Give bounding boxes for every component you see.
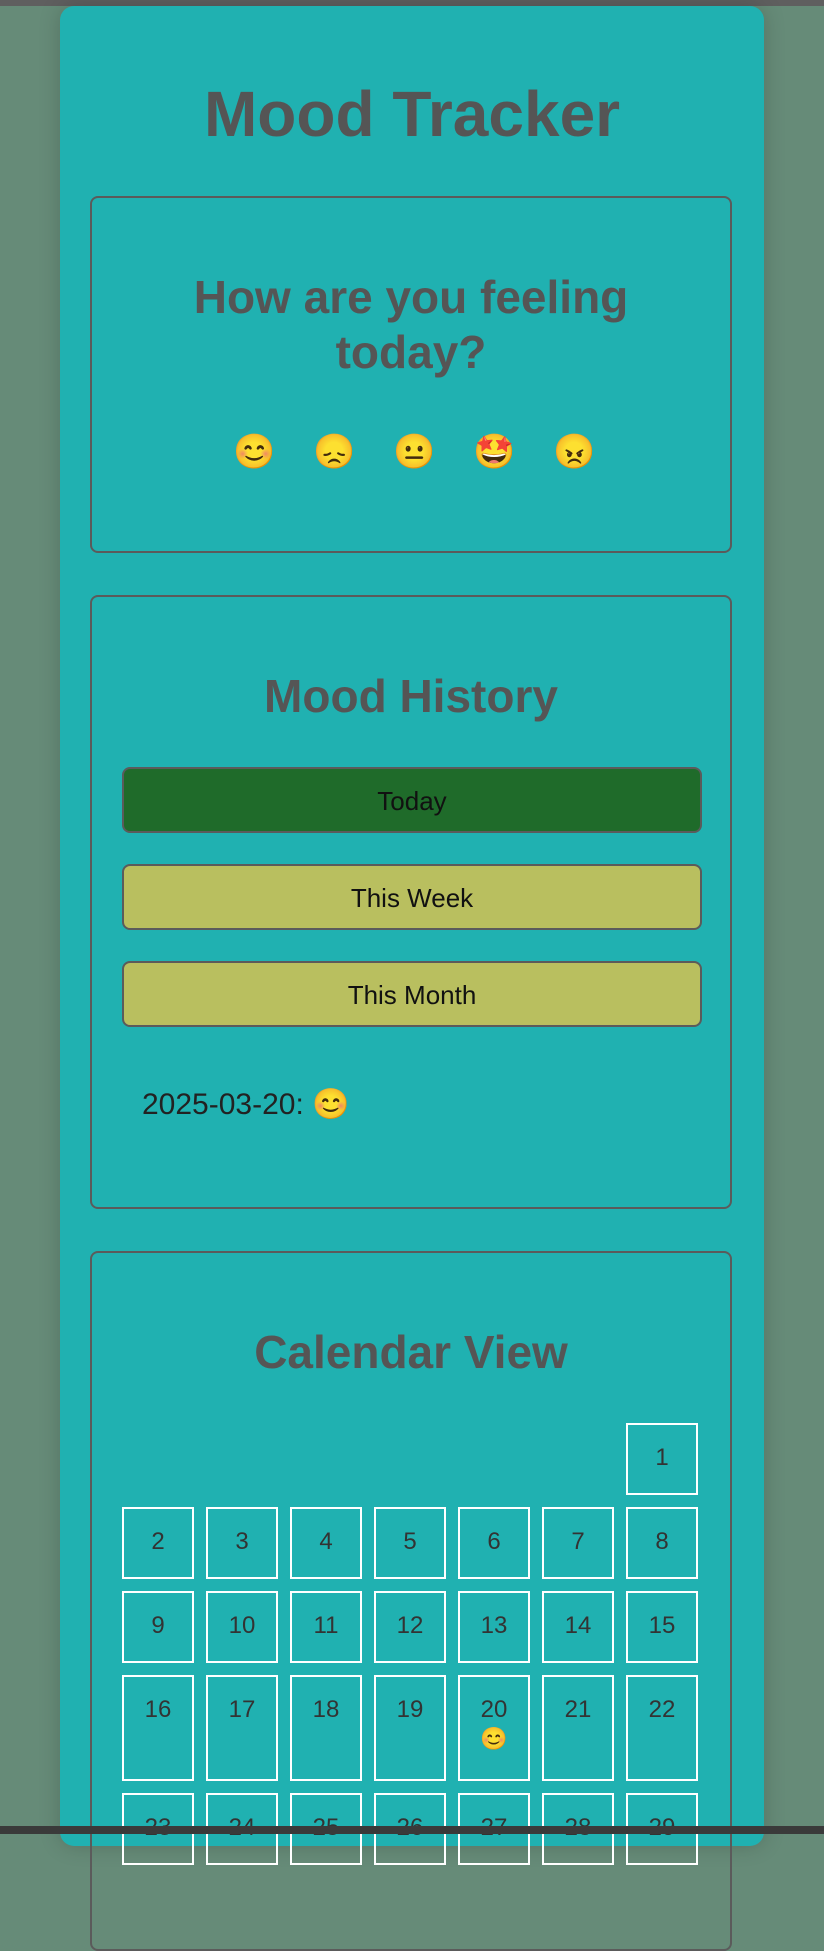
calendar-day-number: 29 xyxy=(628,1795,696,1843)
filter-today-button[interactable]: Today xyxy=(122,767,702,833)
calendar-day-number: 4 xyxy=(292,1509,360,1557)
calendar-day-cell[interactable]: 12 xyxy=(374,1591,446,1663)
calendar-day-cell[interactable]: 10 xyxy=(206,1591,278,1663)
mood-options: 😊 😞 😐 🤩 😠 xyxy=(92,432,730,472)
mood-option-angry[interactable]: 😠 xyxy=(553,432,589,472)
calendar-day-number: 5 xyxy=(376,1509,444,1557)
calendar-day-number: 26 xyxy=(376,1795,444,1843)
calendar-day-number: 25 xyxy=(292,1795,360,1843)
calendar-day-cell[interactable]: 3 xyxy=(206,1507,278,1579)
calendar-day-number: 27 xyxy=(460,1795,528,1843)
calendar-day-number: 22 xyxy=(628,1677,696,1725)
mood-option-sad[interactable]: 😞 xyxy=(313,432,349,472)
calendar-day-cell[interactable]: 17 xyxy=(206,1675,278,1781)
calendar-day-number: 28 xyxy=(544,1795,612,1843)
calendar-day-number: 15 xyxy=(628,1593,696,1641)
calendar-day-number: 10 xyxy=(208,1593,276,1641)
mood-option-excited[interactable]: 🤩 xyxy=(473,432,509,472)
mood-question: How are you feeling today? xyxy=(172,270,650,380)
calendar-day-cell[interactable]: 18 xyxy=(290,1675,362,1781)
calendar-day-number: 8 xyxy=(628,1509,696,1557)
calendar-day-number: 2 xyxy=(124,1509,192,1557)
calendar-day-number: 6 xyxy=(460,1509,528,1557)
calendar-day-cell[interactable]: 22 xyxy=(626,1675,698,1781)
filter-this-week-button[interactable]: This Week xyxy=(122,864,702,930)
calendar-day-cell[interactable]: 19 xyxy=(374,1675,446,1781)
calendar-day-cell[interactable]: 21 xyxy=(542,1675,614,1781)
mood-history-heading: Mood History xyxy=(92,669,730,724)
calendar-day-cell[interactable]: 8 xyxy=(626,1507,698,1579)
calendar-day-cell[interactable]: 20😊 xyxy=(458,1675,530,1781)
calendar-day-cell[interactable]: 11 xyxy=(290,1591,362,1663)
calendar-day-number: 20 xyxy=(460,1677,528,1725)
calendar-day-mood: 😊 xyxy=(460,1725,528,1753)
bottom-bar xyxy=(0,1826,824,1834)
app-title: Mood Tracker xyxy=(60,82,764,146)
calendar-day-number: 9 xyxy=(124,1593,192,1641)
history-entry: 2025-03-20: 😊 xyxy=(142,1087,349,1122)
calendar-day-number: 13 xyxy=(460,1593,528,1641)
mood-picker-panel: How are you feeling today? 😊 😞 😐 🤩 😠 xyxy=(90,196,732,553)
calendar-day-number: 1 xyxy=(628,1425,696,1473)
calendar-day-cell[interactable]: 7 xyxy=(542,1507,614,1579)
calendar-day-cell[interactable]: 16 xyxy=(122,1675,194,1781)
calendar-day-number: 23 xyxy=(124,1795,192,1843)
calendar-day-number: 17 xyxy=(208,1677,276,1725)
calendar-day-cell[interactable]: 2 xyxy=(122,1507,194,1579)
calendar-day-number: 16 xyxy=(124,1677,192,1725)
calendar-day-number: 19 xyxy=(376,1677,444,1725)
calendar-day-cell[interactable]: 5 xyxy=(374,1507,446,1579)
calendar-day-number: 14 xyxy=(544,1593,612,1641)
mood-option-happy[interactable]: 😊 xyxy=(233,432,269,472)
calendar-day-number: 21 xyxy=(544,1677,612,1725)
calendar-day-number: 11 xyxy=(292,1593,360,1641)
calendar-heading: Calendar View xyxy=(92,1325,730,1380)
calendar-day-cell[interactable]: 14 xyxy=(542,1591,614,1663)
calendar-day-number: 3 xyxy=(208,1509,276,1557)
calendar-day-number: 24 xyxy=(208,1795,276,1843)
calendar-panel: Calendar View 12345678910111213141516171… xyxy=(90,1251,732,1951)
calendar-day-number: 7 xyxy=(544,1509,612,1557)
mood-tracker-card: Mood Tracker How are you feeling today? … xyxy=(60,6,764,1846)
calendar-day-cell[interactable]: 6 xyxy=(458,1507,530,1579)
mood-option-neutral[interactable]: 😐 xyxy=(393,432,429,472)
calendar-day-number: 18 xyxy=(292,1677,360,1725)
calendar-day-number: 12 xyxy=(376,1593,444,1641)
mood-history-panel: Mood History Today This Week This Month … xyxy=(90,595,732,1209)
calendar-day-cell[interactable]: 9 xyxy=(122,1591,194,1663)
calendar-day-cell[interactable]: 15 xyxy=(626,1591,698,1663)
filter-this-month-button[interactable]: This Month xyxy=(122,961,702,1027)
calendar-day-cell[interactable]: 13 xyxy=(458,1591,530,1663)
calendar-day-cell[interactable]: 1 xyxy=(626,1423,698,1495)
calendar-day-cell[interactable]: 4 xyxy=(290,1507,362,1579)
